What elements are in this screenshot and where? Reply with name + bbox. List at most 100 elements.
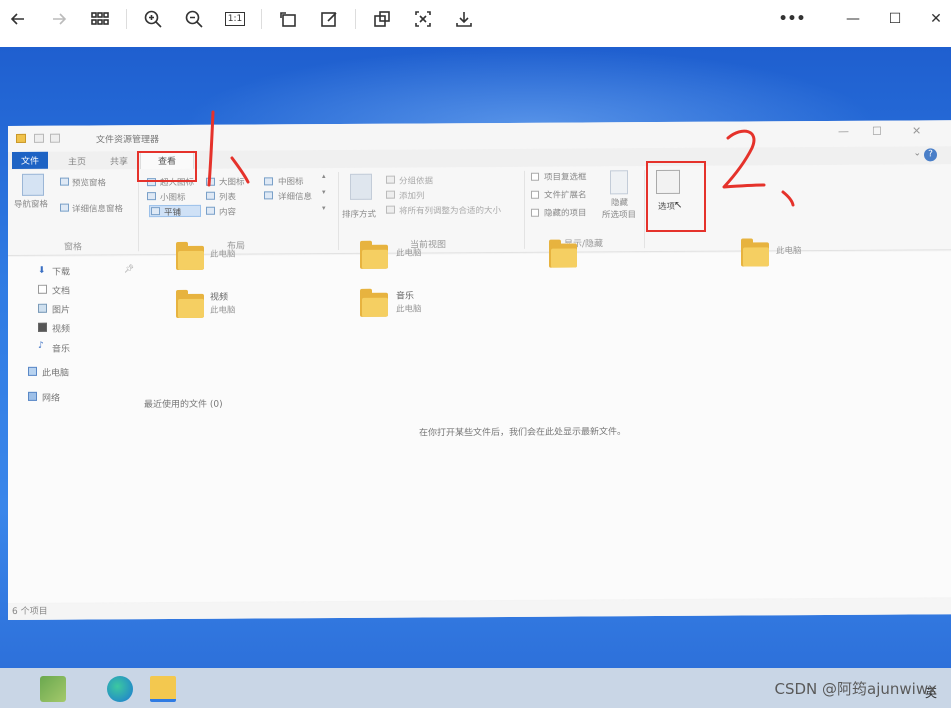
- nav-item-music[interactable]: 音乐: [52, 342, 70, 355]
- save-icon[interactable]: [34, 133, 44, 143]
- window-minimize[interactable]: —: [838, 125, 849, 138]
- nav-pane-label[interactable]: 导航窗格: [14, 198, 48, 210]
- folder-icon: [16, 133, 26, 143]
- hide-selected-icon[interactable]: [610, 170, 628, 195]
- layout-medium[interactable]: 中图标: [278, 175, 304, 187]
- folder-icon-partial-3[interactable]: [549, 239, 577, 268]
- file-explorer-taskbar-icon[interactable]: [150, 676, 176, 702]
- options-highlight-box: [646, 161, 706, 232]
- tab-share[interactable]: 共享: [110, 154, 128, 167]
- folder-icon-partial-2[interactable]: [360, 240, 388, 269]
- photo: 文件资源管理器 — ☐ ✕ 文件 主页 共享 查看 ⌄ ? 导航窗格 预览窗格 …: [0, 47, 951, 708]
- pin-icon: 📌︎: [124, 264, 135, 274]
- tiles-icon: [151, 207, 160, 216]
- nav-item-network[interactable]: 网络: [42, 391, 60, 404]
- zoom-out-icon[interactable]: [180, 6, 208, 32]
- add-columns-icon: [386, 190, 395, 199]
- forward-arrow-icon[interactable]: [45, 6, 73, 32]
- sort-by-icon[interactable]: [350, 173, 372, 200]
- nav-item-documents[interactable]: 文档: [52, 284, 70, 297]
- item-checkboxes-checkbox[interactable]: [531, 172, 539, 181]
- details-pane-button[interactable]: 详细信息窗格: [72, 202, 123, 214]
- preview-pane-icon: [60, 177, 69, 186]
- folder-icon-partial-4[interactable]: [741, 238, 769, 267]
- window-close[interactable]: ✕: [912, 124, 921, 137]
- layout-tiles[interactable]: 平铺: [164, 206, 181, 218]
- tab-file[interactable]: 文件: [12, 151, 48, 169]
- more-button[interactable]: •••: [778, 6, 806, 32]
- file-extensions-label: 文件扩展名: [544, 190, 587, 201]
- actual-size-button[interactable]: 1:1: [221, 6, 249, 32]
- maximize-button[interactable]: ☐: [881, 6, 909, 32]
- details-pane-icon: [60, 203, 69, 212]
- hidden-items-label: 隐藏的项目: [544, 208, 587, 219]
- layout-content[interactable]: 内容: [219, 206, 236, 218]
- document-icon: [38, 284, 47, 294]
- small-icons-icon: [147, 192, 156, 201]
- download-icon[interactable]: [450, 6, 478, 32]
- item-checkboxes-label: 项目复选框: [544, 172, 587, 183]
- layout-scroll-down-icon[interactable]: ▾: [322, 188, 326, 196]
- folder-icon-partial-1[interactable]: [176, 241, 204, 270]
- large-icons-icon: [206, 177, 215, 186]
- rotate-icon[interactable]: [274, 6, 302, 32]
- edit-icon[interactable]: [315, 6, 343, 32]
- edge-browser-icon[interactable]: [107, 676, 133, 702]
- window-title: 文件资源管理器: [96, 135, 160, 146]
- nav-item-pictures[interactable]: 图片: [52, 303, 70, 316]
- grid-icon[interactable]: [86, 6, 114, 32]
- content-area: ⬇ 下载 📌︎ 文档 图片 视频 ♪ 音乐 此电脑 网络 此电脑 此电脑 此电脑: [8, 238, 951, 603]
- sort-by-button[interactable]: 排序方式: [342, 208, 376, 220]
- recent-files-header[interactable]: 最近使用的文件 (0): [144, 397, 223, 410]
- layout-details[interactable]: 详细信息: [278, 190, 312, 202]
- layout-list[interactable]: 列表: [219, 191, 236, 203]
- group-by-button[interactable]: 分组依据: [399, 174, 433, 186]
- medium-icons-icon: [264, 177, 273, 186]
- file-extensions-checkbox[interactable]: [531, 190, 539, 199]
- videos-folder-icon[interactable]: [176, 289, 204, 318]
- download-icon-nav: ⬇: [38, 265, 46, 276]
- music-folder-icon[interactable]: [360, 288, 388, 317]
- zoom-in-icon[interactable]: [139, 6, 167, 32]
- explorer-window: 文件资源管理器 — ☐ ✕ 文件 主页 共享 查看 ⌄ ? 导航窗格 预览窗格 …: [8, 120, 951, 620]
- hide-selected-label-2[interactable]: 所选项目: [602, 208, 636, 220]
- fit-columns-button[interactable]: 将所有列调整为合适的大小: [399, 204, 501, 217]
- hide-selected-label[interactable]: 隐藏: [611, 196, 628, 208]
- partial-location-1: 此电脑: [210, 249, 236, 260]
- videos-folder-location: 此电脑: [210, 305, 236, 316]
- recent-files-empty-message: 在你打开某些文件后，我们会在此处显示最新文件。: [419, 427, 627, 439]
- view-tab-highlight-box: [137, 151, 197, 182]
- partial-location-4: 此电脑: [776, 246, 802, 257]
- translate-icon[interactable]: [409, 6, 437, 32]
- layout-expand-icon[interactable]: ▾: [322, 204, 326, 212]
- window-maximize[interactable]: ☐: [872, 125, 882, 138]
- close-button[interactable]: ✕: [922, 6, 950, 32]
- crop-icon[interactable]: [368, 6, 396, 32]
- tab-home[interactable]: 主页: [68, 155, 86, 168]
- back-arrow-icon[interactable]: [4, 6, 32, 32]
- hidden-items-checkbox[interactable]: [531, 208, 539, 217]
- partial-location-2: 此电脑: [396, 248, 422, 259]
- music-icon: ♪: [38, 340, 44, 351]
- new-folder-icon[interactable]: [50, 133, 60, 143]
- add-columns-button[interactable]: 添加列: [399, 189, 425, 201]
- fit-columns-icon: [386, 205, 395, 214]
- group-by-icon: [386, 175, 395, 184]
- preview-pane-button[interactable]: 预览窗格: [72, 176, 106, 188]
- navigation-pane-icon[interactable]: [22, 173, 44, 196]
- viewer-toolbar: 1:1 ••• — ☐ ✕: [0, 0, 951, 47]
- help-icon[interactable]: ?: [924, 148, 937, 162]
- minimize-button[interactable]: —: [839, 6, 867, 32]
- nav-item-videos[interactable]: 视频: [52, 322, 70, 335]
- videos-folder-name[interactable]: 视频: [210, 290, 228, 303]
- pictures-icon: [38, 303, 47, 313]
- this-pc-icon: [28, 366, 37, 376]
- layout-small[interactable]: 小图标: [160, 191, 186, 203]
- music-folder-name[interactable]: 音乐: [396, 289, 414, 302]
- nav-item-this-pc[interactable]: 此电脑: [42, 366, 69, 379]
- nav-item-downloads[interactable]: 下载: [52, 265, 70, 278]
- videos-icon: [38, 322, 47, 332]
- layout-large[interactable]: 大图标: [219, 176, 245, 188]
- layout-scroll-up-icon[interactable]: ▴: [322, 172, 326, 180]
- expand-ribbon-icon[interactable]: ⌄: [913, 148, 921, 158]
